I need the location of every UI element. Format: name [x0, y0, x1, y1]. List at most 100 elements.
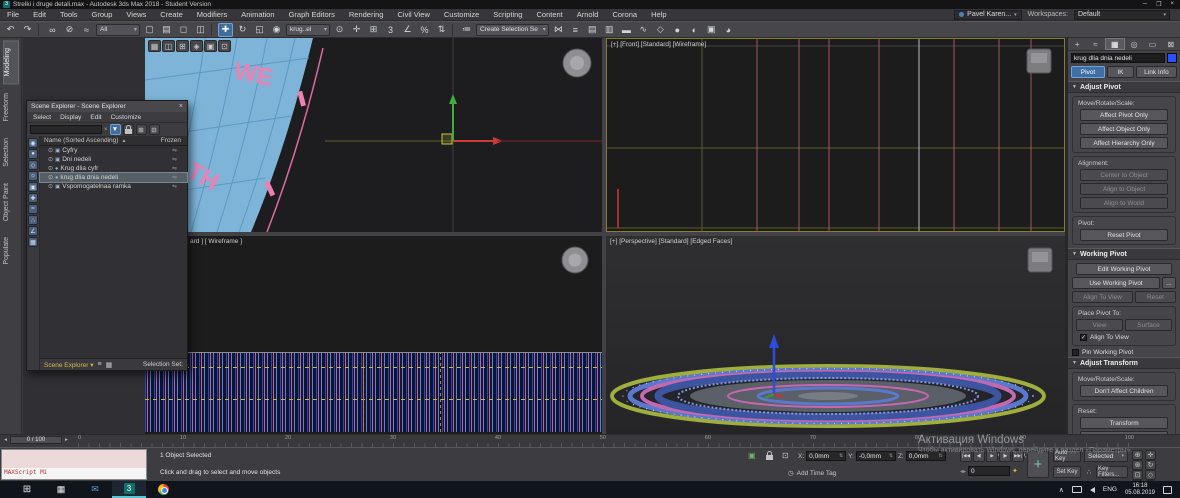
viewport-perspective-canvas[interactable]	[606, 236, 1065, 434]
next-frame-arrow[interactable]: ▸	[63, 437, 70, 443]
3ds-max-app-icon[interactable]: 3	[112, 481, 146, 498]
maxscript-mini-listener[interactable]: MAXScript Mi	[1, 449, 147, 480]
set-key-button[interactable]: Set Key	[1053, 466, 1081, 478]
x-coordinate-field[interactable]: 0,0mm⇅	[806, 451, 846, 461]
frozen-toggle-icon[interactable]: ⇋	[172, 156, 177, 163]
lock-icon[interactable]	[123, 124, 134, 135]
prev-frame-arrow[interactable]: ◂	[2, 437, 9, 443]
named-selection-dropdown[interactable]: Create Selection Se	[476, 24, 549, 36]
unlink-selection-icon[interactable]: ⊘	[62, 23, 77, 37]
select-and-rotate-icon[interactable]: ↻	[235, 23, 250, 37]
tab-modify-icon[interactable]: ≈	[1086, 38, 1104, 50]
viewport-label[interactable]: [+] [Front] [Standard] [Wireframe]	[611, 41, 706, 48]
collapse-tree-icon[interactable]: ⊟	[149, 124, 160, 135]
angle-snap-icon[interactable]: ∠	[400, 23, 415, 37]
move-gizmo[interactable]	[442, 94, 602, 145]
menu-item[interactable]: Modifiers	[190, 10, 234, 19]
material-editor-icon[interactable]: ●	[670, 23, 685, 37]
eye-icon[interactable]: ⊙	[48, 147, 53, 154]
filter-icon[interactable]: ▼	[110, 124, 121, 135]
menu-item[interactable]: Group	[85, 10, 120, 19]
frozen-toggle-icon[interactable]: ⇋	[172, 147, 177, 154]
rollout-header[interactable]: ▼Adjust Pivot	[1068, 82, 1180, 93]
maximize-button[interactable]: ❐	[1156, 1, 1161, 8]
menu-item[interactable]: Rendering	[342, 10, 391, 19]
explorer-menu-item[interactable]: Customize	[111, 114, 142, 121]
reset-transform-button[interactable]: Transform	[1080, 417, 1168, 429]
snaps-toggle-icon[interactable]: 3	[383, 23, 398, 37]
grid-view-icon[interactable]: ▦	[106, 361, 113, 369]
frame-spinner-arrows[interactable]: ◂▸	[960, 468, 966, 475]
menu-item[interactable]: Scripting	[486, 10, 529, 19]
table-row[interactable]: ⊙ ● krug dlia dnia nedeli ⇋	[40, 173, 187, 182]
zoom-all-icon[interactable]: ⊛	[1132, 460, 1143, 470]
isolate-selection-icon[interactable]: ▣	[748, 451, 756, 460]
tab-utilities-icon[interactable]: ⊠	[1162, 38, 1180, 50]
display-geometry-icon[interactable]: ●	[28, 149, 38, 159]
viewport-left[interactable]: ard ] [ Wireframe ]	[145, 236, 602, 434]
place-surface-button[interactable]: Surface	[1125, 319, 1172, 331]
frozen-toggle-icon[interactable]: ⇋	[172, 174, 177, 181]
display-helpers-icon[interactable]: ✚	[28, 193, 38, 203]
align-icon[interactable]: ≡	[568, 23, 583, 37]
speaker-icon[interactable]	[1090, 487, 1095, 493]
viewport-front-canvas[interactable]	[607, 39, 1064, 231]
menu-item[interactable]: Arnold	[570, 10, 606, 19]
play-button[interactable]: ▶	[986, 450, 998, 462]
current-frame-field[interactable]: 0	[968, 466, 1010, 476]
go-to-start-button[interactable]: |◀◀	[960, 450, 972, 462]
clock[interactable]: 16:18 05.08.2019	[1125, 483, 1155, 497]
selection-lock-icon[interactable]	[766, 452, 773, 462]
edit-named-selections-icon[interactable]: ≔	[459, 23, 474, 37]
object-name-field[interactable]	[1071, 53, 1165, 63]
separator[interactable]	[211, 24, 215, 36]
calculator-app-icon[interactable]: ▦	[44, 481, 78, 498]
menu-item[interactable]: File	[0, 10, 26, 19]
select-by-name-icon[interactable]: ▤	[159, 23, 174, 37]
menu-item[interactable]: Create	[153, 10, 190, 19]
viewcube[interactable]	[1028, 248, 1052, 272]
separator[interactable]	[38, 24, 42, 36]
viewport-top[interactable]: ▦◫⊞◈▣⊡	[145, 38, 602, 232]
ribbon-tab[interactable]: Freeform	[3, 86, 19, 128]
floating-toolbar-icon[interactable]: ▦	[148, 40, 161, 52]
ribbon-tab[interactable]: Selection	[3, 131, 19, 174]
toggle-layer-explorer-icon[interactable]: ▥	[602, 23, 617, 37]
selection-region-icon[interactable]: ◻	[176, 23, 191, 37]
menu-item[interactable]: Edit	[26, 10, 53, 19]
z-coordinate-field[interactable]: 0,0mm⇅	[906, 451, 946, 461]
reference-coordinate-dropdown[interactable]: krug..el	[286, 24, 330, 36]
auto-key-button[interactable]: Auto Key	[1053, 450, 1081, 462]
percent-snap-icon[interactable]: %	[417, 23, 432, 37]
viewport-perspective[interactable]: [+] [Perspective] [Standard] [Edged Face…	[606, 236, 1065, 434]
hidden-icons-chevron[interactable]: ∧	[1059, 486, 1064, 494]
menu-item[interactable]: Animation	[234, 10, 281, 19]
eye-icon[interactable]: ⊙	[48, 183, 53, 190]
menu-item[interactable]: Corona	[605, 10, 644, 19]
floating-toolbar-icon[interactable]: ◫	[162, 40, 175, 52]
affect-button[interactable]: Affect Object Only	[1080, 123, 1168, 135]
language-indicator[interactable]: ENG	[1103, 486, 1117, 493]
menu-item[interactable]: Graph Editors	[282, 10, 342, 19]
floating-toolbar-icon[interactable]: ⊡	[218, 40, 231, 52]
ribbon-tab[interactable]: Object Paint	[3, 176, 19, 228]
zoom-extents-icon[interactable]: ⊡	[1132, 470, 1143, 480]
explorer-search-input[interactable]	[30, 125, 102, 134]
eye-icon[interactable]: ⊙	[48, 156, 53, 163]
redo-icon[interactable]: ↷	[20, 23, 35, 37]
tab-motion-icon[interactable]: ◎	[1125, 38, 1143, 50]
reset-pivot-button[interactable]: Reset Pivot	[1080, 229, 1168, 241]
user-account-menu[interactable]: Pavel Karen... ▾	[954, 10, 1021, 20]
explorer-menu-item[interactable]: Edit	[90, 114, 101, 121]
display-particles-icon[interactable]: ∴	[28, 215, 38, 225]
floating-toolbar-icon[interactable]: ⊞	[176, 40, 189, 52]
viewport-label[interactable]: [+] [Perspective] [Standard] [Edged Face…	[610, 238, 732, 245]
keyboard-override-icon[interactable]: ⊞	[366, 23, 381, 37]
display-bones-icon[interactable]: ∠	[28, 226, 38, 236]
close-icon[interactable]: ×	[179, 103, 183, 110]
menu-item[interactable]: Content	[529, 10, 569, 19]
floating-toolbar-icon[interactable]: ◈	[190, 40, 203, 52]
time-slider[interactable]: ◂ 0 / 100 ▸	[2, 436, 70, 444]
place-view-button[interactable]: View	[1076, 319, 1123, 331]
viewport-top-canvas[interactable]: WE TH	[145, 38, 602, 232]
